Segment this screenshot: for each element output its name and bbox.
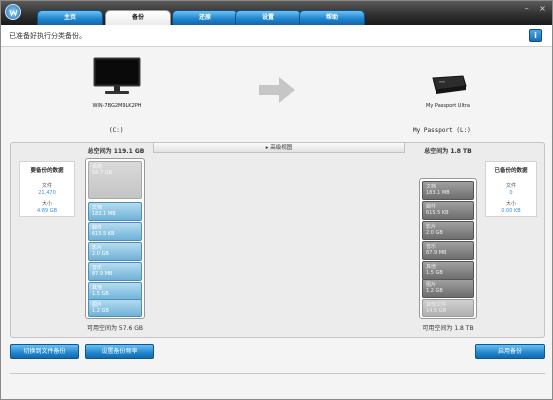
computer-name: WIN-7BG2M9LK2PH xyxy=(92,103,142,109)
source-segment-movies: 影片 2.0 GB xyxy=(88,242,142,261)
backed-up-size-value: 0.00 KB xyxy=(501,208,521,214)
backed-up-size-label: 大小 xyxy=(505,201,516,207)
dest-segment-mail: 邮件 615.5 KB xyxy=(422,201,474,220)
source-segment-mail: 邮件 615.5 KB xyxy=(88,222,142,241)
dest-segment-pictures: 图片 1.2 GB xyxy=(422,279,474,298)
dest-drive-label: My Passport (L:) xyxy=(413,127,471,134)
to-backup-box: 要备份的数据 文件 21,470 大小 4.89 GB xyxy=(19,161,75,217)
backed-up-box: 已备份的数据 文件 0 大小 0.00 KB xyxy=(485,161,537,217)
source-drive-label: (C:) xyxy=(109,127,124,134)
switch-to-file-backup-button[interactable]: 切换到文件备份 xyxy=(10,344,79,359)
info-button[interactable]: i xyxy=(529,29,542,42)
footer-divider xyxy=(10,373,545,374)
app-logo-icon xyxy=(5,4,21,20)
backed-up-files-label: 文件 xyxy=(505,183,516,189)
arrow-right-icon xyxy=(259,77,295,103)
source-free-space: 可用空间为 57.6 GB xyxy=(87,325,143,332)
backed-up-files-value: 0 xyxy=(509,190,513,196)
dest-segment-movies: 影片 2.0 GB xyxy=(422,221,474,240)
dest-segment-documents: 文档 183.1 MB xyxy=(422,181,474,200)
to-backup-files-value: 21,470 xyxy=(38,190,56,196)
dest-free-space: 可用空间为 1.8 TB xyxy=(422,325,474,332)
dest-usage-bar: 文档 183.1 MB 邮件 615.5 KB 影片 2.0 GB 音乐 87.… xyxy=(419,178,477,319)
status-header: 已准备好执行分类备份。 i xyxy=(1,25,552,47)
source-segment-system: 系统 56.7 GB xyxy=(88,161,142,199)
to-backup-size-label: 大小 xyxy=(41,201,52,207)
tab-restore[interactable]: 还原 xyxy=(172,10,238,25)
source-total-space: 总空间为 119.1 GB xyxy=(87,148,145,155)
tab-help[interactable]: 帮助 xyxy=(299,10,365,25)
to-backup-title: 要备份的数据 xyxy=(30,168,64,174)
minimize-icon[interactable]: – xyxy=(521,4,532,15)
drive-name: My Passport Ultra xyxy=(426,103,470,109)
window-controls: – × xyxy=(518,4,548,15)
source-usage-bar: 系统 56.7 GB 文档 183.1 MB 邮件 615.5 KB 影片 2.… xyxy=(85,158,145,319)
to-backup-files-label: 文件 xyxy=(41,183,52,189)
external-drive-icon xyxy=(429,74,467,96)
to-backup-size-value: 4.89 GB xyxy=(36,208,58,214)
dest-segment-other: 其他 1.5 GB xyxy=(422,261,474,280)
close-icon[interactable]: × xyxy=(537,4,548,15)
tab-home[interactable]: 主页 xyxy=(37,10,103,25)
source-segment-documents: 文档 183.1 MB xyxy=(88,202,142,221)
status-text: 已准备好执行分类备份。 xyxy=(9,32,86,40)
source-segment-pictures: 图片 1.2 GB xyxy=(88,299,142,317)
dest-segment-other-files: 其他文件 14.5 GB xyxy=(422,299,474,317)
backed-up-title: 已备份的数据 xyxy=(494,168,528,174)
source-segment-music: 音乐 87.9 MB xyxy=(88,262,142,281)
tab-settings[interactable]: 设置 xyxy=(235,10,301,25)
backup-frequency-button[interactable]: 设置备份频率 xyxy=(85,344,154,359)
start-backup-button[interactable]: 启用备份 xyxy=(475,344,545,359)
tab-backup[interactable]: 备份 xyxy=(105,10,171,26)
title-bar: 主页 备份 还原 设置 帮助 – × xyxy=(1,1,552,26)
advanced-view-button[interactable]: ▸ 高级视图 xyxy=(153,142,405,153)
app-window: 主页 备份 还原 设置 帮助 – × 已准备好执行分类备份。 i WIN-7BG… xyxy=(0,0,553,400)
dest-segment-music: 音乐 87.9 MB xyxy=(422,241,474,260)
computer-icon xyxy=(93,57,141,97)
dest-total-space: 总空间为 1.8 TB xyxy=(424,148,472,155)
